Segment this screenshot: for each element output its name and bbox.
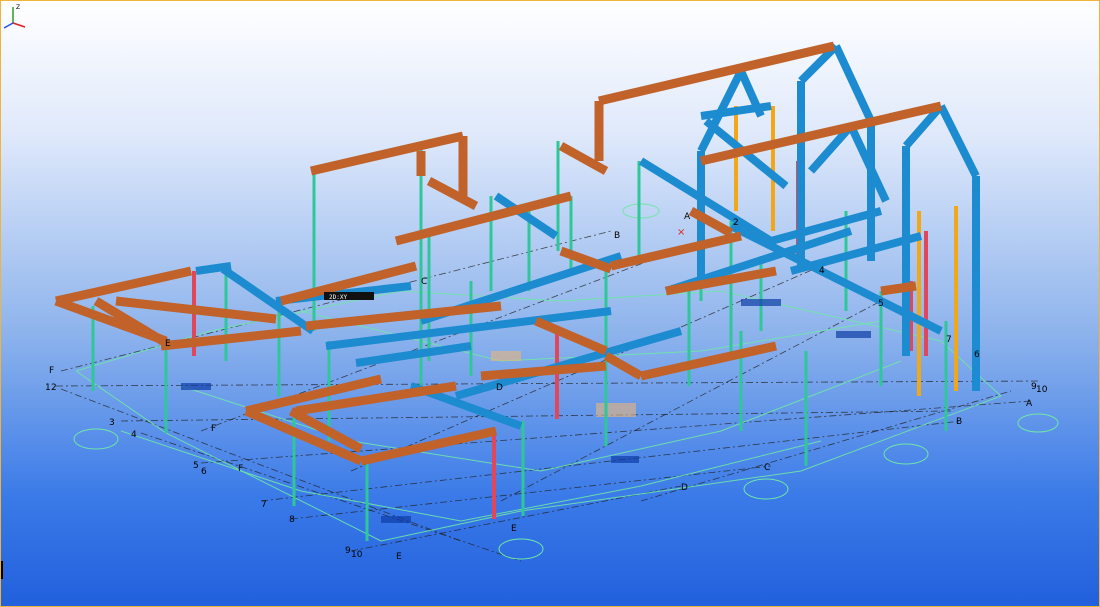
- grid-label-E2: E: [511, 524, 517, 534]
- grid-label-2: 2: [51, 383, 57, 393]
- grid-label-C-right: C: [764, 463, 770, 473]
- origin-marker: ×: [677, 227, 685, 238]
- grid-label-5-right: 5: [878, 299, 884, 309]
- grid-label-E1: E: [396, 552, 402, 562]
- grid-label-6: 6: [201, 467, 207, 477]
- grid-label-10-right: 10: [1036, 385, 1048, 395]
- grid-label-6-right: 6: [974, 350, 980, 360]
- grid-label-7: 7: [261, 500, 267, 510]
- member-tags: [181, 292, 871, 523]
- grid-label-1: 1: [45, 383, 51, 393]
- grid-label-F3: F: [238, 464, 243, 474]
- structural-model-3d: F 1 2 3 4 5 6 7 8 9 10 F F E E A B C D 9…: [45, 41, 1059, 562]
- model-viewport[interactable]: F 1 2 3 4 5 6 7 8 9 10 F F E E A B C D 9…: [0, 0, 1100, 607]
- cursor-marker: [1, 561, 3, 579]
- grid-label-10: 10: [351, 550, 363, 560]
- grid-label-C-top: C: [421, 277, 427, 287]
- grid-label-A-top: A: [684, 212, 691, 222]
- grid-label-D-right: D: [681, 483, 688, 493]
- grid-label-B-top: B: [614, 231, 620, 241]
- timber-beams: [54, 41, 943, 466]
- toolbar-tag-label: 2D:XY: [329, 294, 347, 301]
- grid-label-7-right: 7: [946, 335, 952, 345]
- axis-z-label: Z: [16, 4, 20, 11]
- grid-label-F1: F: [49, 366, 54, 376]
- grid-label-A-right: A: [1026, 399, 1033, 409]
- grid-label-D-mid: D: [496, 383, 503, 393]
- grid-label-4-right: 4: [819, 266, 825, 276]
- grid-label-E-mid: E: [165, 339, 171, 349]
- grid-label-8: 8: [289, 515, 295, 525]
- grid-label-3: 3: [109, 418, 115, 428]
- grid-label-2-right: 2: [733, 218, 739, 228]
- grid-label-4: 4: [131, 430, 137, 440]
- grid-label-B-right: B: [956, 417, 962, 427]
- axis-triad-icon: Z: [3, 4, 26, 29]
- grid-label-F2: F: [211, 424, 216, 434]
- grid-label-5: 5: [193, 461, 199, 471]
